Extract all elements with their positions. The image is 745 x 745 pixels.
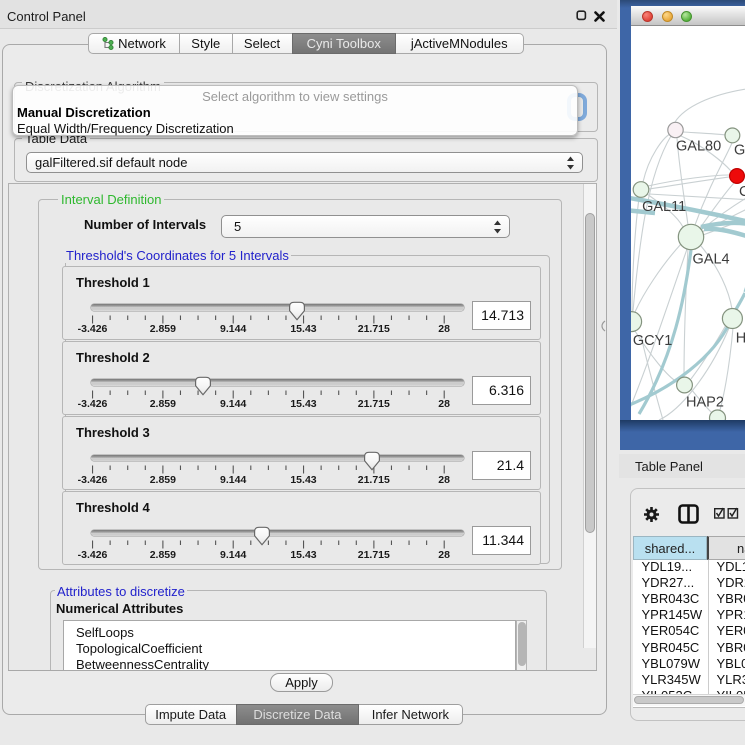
svg-text:GAL11: GAL11 — [642, 199, 686, 215]
svg-text:C: C — [739, 184, 745, 200]
svg-text:GA: GA — [734, 143, 745, 159]
svg-text:GAL80: GAL80 — [676, 139, 721, 155]
svg-text:GCY1: GCY1 — [633, 333, 673, 349]
svg-text:GAL4: GAL4 — [693, 251, 730, 267]
svg-text:HAP2: HAP2 — [686, 395, 724, 411]
svg-text:H: H — [736, 331, 745, 347]
